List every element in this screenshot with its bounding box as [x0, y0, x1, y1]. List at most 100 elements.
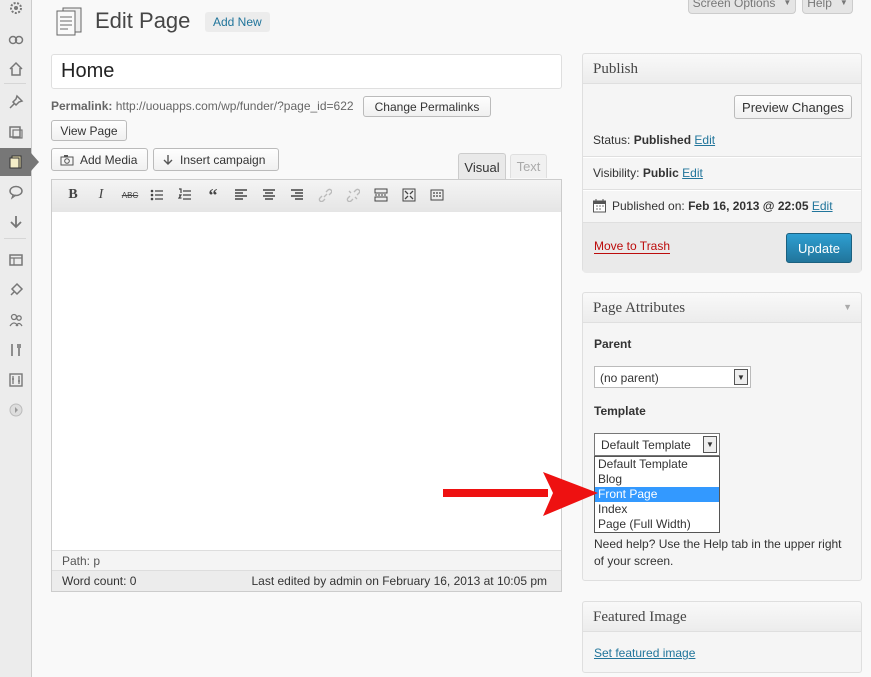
collapse-arrow-icon[interactable]: ▼	[843, 302, 852, 312]
template-label: Template	[594, 404, 646, 418]
italic-icon[interactable]: I	[93, 187, 109, 203]
word-count: Word count: 0	[62, 574, 137, 588]
align-center-icon[interactable]	[261, 187, 277, 203]
publish-box: Publish Preview Changes Status: Publishe…	[582, 53, 862, 273]
bold-icon[interactable]: B	[65, 187, 81, 203]
add-media-button[interactable]: Add Media	[51, 148, 148, 171]
visibility-row: Visibility: Public Edit	[583, 166, 861, 180]
camera-icon	[60, 154, 74, 166]
title-input[interactable]: Home	[51, 54, 562, 89]
parent-select[interactable]: (no parent) ▼	[594, 366, 751, 388]
tab-visual[interactable]: Visual	[458, 153, 506, 180]
set-featured-image-label: Set featured image	[594, 646, 696, 660]
insert-campaign-button[interactable]: Insert campaign	[153, 148, 279, 171]
page-attributes-title: Page Attributes	[583, 293, 861, 323]
align-left-icon[interactable]	[233, 187, 249, 203]
move-to-trash-link[interactable]: Move to Trash	[594, 239, 671, 254]
published-edit-link[interactable]: Edit	[812, 199, 833, 213]
change-permalinks-button[interactable]: Change Permalinks	[363, 96, 491, 117]
settings-icon[interactable]	[0, 366, 31, 394]
media-icon[interactable]	[0, 118, 31, 146]
help-text-line: Need help? Use the Help tab in the upper…	[594, 537, 842, 551]
permalink-url[interactable]: http://uouapps.com/wp/funder/?page_id=62…	[116, 99, 354, 113]
comments-icon[interactable]	[0, 178, 31, 206]
status-edit-link[interactable]: Edit	[694, 133, 715, 147]
link-icon[interactable]	[317, 187, 333, 203]
featured-image-title: Featured Image	[583, 602, 861, 632]
template-option[interactable]: Index	[595, 502, 719, 517]
align-right-icon[interactable]	[289, 187, 305, 203]
help-label: Help	[807, 0, 832, 10]
template-select[interactable]: Default Template ▼	[594, 433, 720, 456]
editor-footer: Word count: 0 Last edited by admin on Fe…	[52, 570, 561, 591]
page-title: Edit Page	[95, 8, 191, 33]
kitchen-sink-icon[interactable]	[429, 187, 445, 203]
triangle-down-icon: ▼	[783, 0, 792, 7]
status-label: Status:	[593, 133, 631, 147]
users-icon[interactable]	[0, 306, 31, 334]
tab-text[interactable]: Text	[510, 154, 547, 178]
published-value: Feb 16, 2013 @ 22:05	[688, 199, 809, 213]
attributes-help-text: Need help? Use the Help tab in the upper…	[594, 536, 842, 570]
read-more-icon[interactable]	[373, 187, 389, 203]
visibility-value: Public	[642, 166, 679, 180]
home-icon[interactable]	[0, 55, 31, 83]
editor-container: Path: p Word count: 0 Last edited by adm…	[51, 179, 562, 592]
publish-title: Publish	[583, 54, 861, 84]
dropdown-arrow-icon: ▼	[734, 369, 748, 385]
featured-image-box: Featured Image Set featured image	[582, 601, 862, 673]
blockquote-icon[interactable]: “	[205, 185, 221, 205]
help-text-line: of your screen.	[594, 554, 674, 568]
calendar-icon	[593, 199, 606, 213]
strikethrough-icon[interactable]: ABC	[121, 187, 139, 203]
pin-icon[interactable]	[0, 88, 31, 116]
template-option[interactable]: Page (Full Width)	[595, 517, 719, 532]
add-new-button[interactable]: Add New	[205, 12, 270, 32]
tools-icon[interactable]	[0, 336, 31, 364]
unlink-icon[interactable]	[345, 187, 361, 203]
visibility-label: Visibility:	[593, 166, 640, 180]
editor-path: Path: p	[52, 550, 561, 570]
permalink-label: Permalink:	[51, 99, 113, 113]
page-attributes-box: Page Attributes ▼ Parent (no parent) ▼ T…	[582, 292, 862, 581]
pages-icon[interactable]	[0, 148, 39, 176]
parent-select-value: (no parent)	[600, 371, 659, 385]
view-page-button[interactable]: View Page	[51, 120, 127, 141]
published-label: Published on:	[612, 199, 685, 213]
page-icon	[54, 6, 84, 36]
template-select-value: Default Template	[601, 438, 691, 452]
status-value: Published	[633, 133, 692, 147]
parent-label: Parent	[594, 337, 632, 351]
add-media-label: Add Media	[80, 152, 138, 167]
screen-options-button[interactable]: Screen Options ▼	[688, 0, 796, 14]
appearance-icon[interactable]	[0, 246, 31, 274]
bullet-list-icon[interactable]	[149, 187, 165, 203]
insert-campaign-label: Insert campaign	[180, 152, 266, 167]
admin-menu	[0, 0, 39, 677]
status-row: Status: Published Edit	[583, 133, 861, 147]
triangle-down-icon: ▼	[839, 0, 848, 7]
collapse-menu-icon[interactable]	[0, 396, 31, 424]
help-button[interactable]: Help ▼	[802, 0, 853, 14]
plugins-icon[interactable]	[0, 276, 31, 304]
screen-options-label: Screen Options	[692, 0, 776, 10]
published-row: Published on: Feb 16, 2013 @ 22:05 Edit	[583, 199, 861, 213]
numbered-list-icon[interactable]	[177, 187, 193, 203]
set-featured-image-link[interactable]: Set featured image	[594, 646, 695, 660]
last-edited: Last edited by admin on February 16, 201…	[251, 574, 547, 588]
template-options-list: Default Template Blog Front Page Index P…	[594, 456, 720, 533]
template-option-selected[interactable]: Front Page	[595, 487, 719, 502]
preview-changes-button[interactable]: Preview Changes	[734, 95, 852, 119]
download-arrow-icon	[162, 154, 174, 166]
download-icon[interactable]	[0, 208, 31, 236]
visibility-edit-link[interactable]: Edit	[682, 166, 703, 180]
dropdown-arrow-icon: ▼	[703, 436, 717, 453]
red-arrow-icon	[443, 468, 598, 520]
network-icon[interactable]	[0, 26, 31, 54]
update-button[interactable]: Update	[786, 233, 852, 263]
template-option[interactable]: Default Template	[595, 457, 719, 472]
template-option[interactable]: Blog	[595, 472, 719, 487]
gear-icon[interactable]	[0, 0, 31, 22]
permalink-row: Permalink: http://uouapps.com/wp/funder/…	[51, 99, 354, 113]
fullscreen-icon[interactable]	[401, 187, 417, 203]
